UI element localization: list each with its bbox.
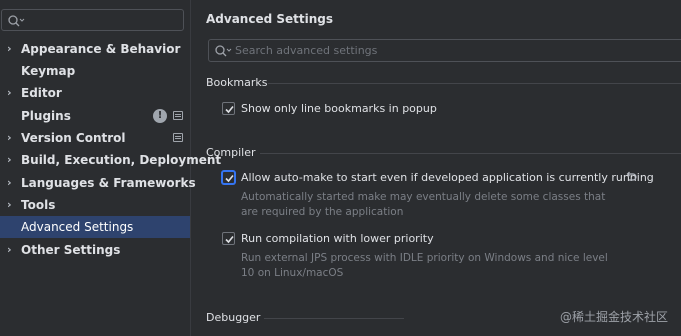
check-icon <box>225 174 234 183</box>
description-line: Automatically started make may eventuall… <box>241 191 606 203</box>
option-label: Run compilation with lower priority <box>241 232 434 245</box>
checkbox[interactable] <box>222 102 235 115</box>
info-icon: ! <box>153 109 167 123</box>
sidebar-item-label: Keymap <box>21 64 76 78</box>
option-allow-auto-make[interactable]: Allow auto-make to start even if develop… <box>222 169 654 187</box>
chevron-right-icon: › <box>7 153 12 166</box>
option-run-compilation-lower-priority[interactable]: Run compilation with lower priority <box>222 230 522 248</box>
checkbox[interactable] <box>222 171 235 184</box>
chevron-right-icon: › <box>7 131 12 144</box>
option-description: Run external JPS process with IDLE prior… <box>241 251 631 281</box>
chevron-right-icon: › <box>7 86 12 99</box>
search-icon <box>8 15 25 27</box>
sidebar-item-advanced-settings[interactable]: Advanced Settings <box>0 216 190 238</box>
watermark: @稀土掘金技术社区 <box>559 310 668 324</box>
reset-icon[interactable] <box>624 170 638 184</box>
settings-content: Advanced Settings Bookmarks Show only li… <box>192 0 681 336</box>
chevron-right-icon: › <box>7 176 12 189</box>
check-icon <box>225 105 234 114</box>
sidebar-item-version-control[interactable]: › Version Control <box>0 127 190 149</box>
sidebar-item-label: Advanced Settings <box>21 220 134 234</box>
description-line: 10 on Linux/macOS <box>241 267 344 279</box>
chevron-right-icon: › <box>7 243 12 256</box>
section-title-compiler: Compiler <box>206 146 256 159</box>
search-icon <box>215 45 232 57</box>
section-title-bookmarks: Bookmarks <box>206 76 268 89</box>
sidebar-item-label: Languages & Frameworks <box>21 176 196 190</box>
check-icon <box>225 235 234 244</box>
section-divider <box>268 83 681 84</box>
sidebar-item-keymap[interactable]: Keymap <box>0 60 190 82</box>
sidebar-item-label: Tools <box>21 198 56 212</box>
settings-sync-icon <box>173 111 183 120</box>
sidebar-item-label: Appearance & Behavior <box>21 42 181 56</box>
sidebar-item-label: Plugins <box>21 109 71 123</box>
sidebar-item-languages-frameworks[interactable]: › Languages & Frameworks <box>0 172 196 194</box>
option-description: Automatically started make may eventuall… <box>241 190 631 220</box>
sidebar-item-editor[interactable]: › Editor <box>0 82 190 104</box>
sidebar-search-input[interactable] <box>1 9 184 31</box>
description-line: Run external JPS process with IDLE prior… <box>241 252 608 264</box>
sidebar-item-plugins[interactable]: Plugins ! <box>0 105 190 127</box>
settings-sidebar: › Appearance & Behavior Keymap › Editor … <box>0 0 221 336</box>
settings-sync-icon <box>173 133 183 142</box>
option-label: Show only line bookmarks in popup <box>241 102 437 115</box>
section-divider <box>260 153 681 154</box>
checkbox[interactable] <box>222 232 235 245</box>
sidebar-item-label: Editor <box>21 86 62 100</box>
advanced-settings-search[interactable] <box>208 39 681 62</box>
sidebar-item-tools[interactable]: › Tools <box>0 194 190 216</box>
search-input[interactable] <box>235 42 675 59</box>
sidebar-item-label: Other Settings <box>21 243 121 257</box>
chevron-right-icon: › <box>7 42 12 55</box>
description-line: are required by the application <box>241 206 404 218</box>
sidebar-item-appearance-behavior[interactable]: › Appearance & Behavior <box>0 38 190 60</box>
sidebar-item-other-settings[interactable]: › Other Settings <box>0 239 190 261</box>
option-show-line-bookmarks[interactable]: Show only line bookmarks in popup <box>222 100 522 118</box>
page-title: Advanced Settings <box>206 12 334 26</box>
section-divider <box>264 318 404 319</box>
option-label: Allow auto-make to start even if develop… <box>241 171 654 184</box>
sidebar-item-label: Version Control <box>21 131 126 145</box>
section-title-debugger: Debugger <box>206 311 261 324</box>
sidebar-item-build-execution-deployment[interactable]: › Build, Execution, Deployment <box>0 149 221 171</box>
chevron-right-icon: › <box>7 198 12 211</box>
